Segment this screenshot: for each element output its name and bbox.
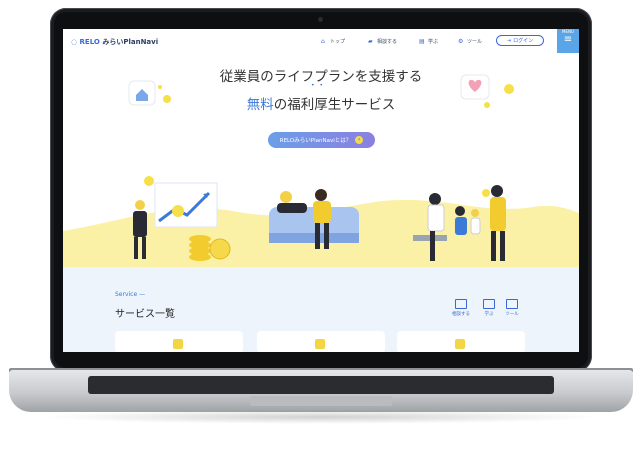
services-title: サービス一覧 (115, 309, 175, 320)
chat-icon (455, 299, 467, 309)
service-card-icon (315, 339, 325, 349)
chat-icon: ▰ (368, 37, 373, 45)
nav-tool[interactable]: ⚙ ツール (458, 38, 482, 45)
about-button[interactable]: RELOみらいPlanNaviとは？ › (268, 132, 375, 148)
hero-illustration (63, 176, 579, 267)
hero-subtitle-rest: の福利厚生サービス (273, 97, 396, 113)
laptop-keyboard (88, 376, 554, 394)
nav-learn[interactable]: ▤ 学ぶ (419, 38, 438, 45)
nav-top-label: トップ (330, 39, 346, 45)
nav-learn-label: 学ぶ (428, 39, 439, 45)
services-nav-learn[interactable]: 学ぶ (478, 299, 500, 317)
tool-icon (506, 299, 518, 309)
laptop-shadow (40, 410, 602, 424)
login-button[interactable]: ⇥ ログイン (496, 35, 544, 46)
services-label-text: Service (115, 291, 138, 298)
nav-top[interactable]: ⌂ トップ (321, 38, 345, 45)
laptop-trackpad (250, 396, 392, 406)
service-card[interactable] (257, 331, 385, 352)
logo-prefix: RELO (79, 38, 100, 46)
laptop-screen: ◌ RELO みらいPlanNavi ⌂ トップ ▰ 相談する ▤ 学ぶ ⚙ ツ… (63, 29, 579, 352)
highlight-dots: •• (311, 82, 329, 89)
site-logo[interactable]: ◌ RELO みらいPlanNavi (71, 37, 158, 47)
home-icon: ⌂ (321, 37, 325, 45)
heart-bubble-icon (460, 74, 514, 108)
camera-dot (318, 17, 323, 22)
house-bubble-icon (128, 80, 171, 106)
about-button-label: RELOみらいPlanNaviとは？ (279, 138, 352, 144)
website: ◌ RELO みらいPlanNavi ⌂ トップ ▰ 相談する ▤ 学ぶ ⚙ ツ… (63, 29, 579, 352)
service-card[interactable] (397, 331, 525, 352)
book-icon: ▤ (419, 37, 425, 45)
login-icon: ⇥ (506, 37, 512, 44)
services-nav-consult-label: 相談する (452, 312, 470, 317)
tool-icon: ⚙ (458, 37, 464, 45)
service-card-icon (173, 339, 183, 349)
services-label: Service — (115, 291, 145, 298)
book-icon (483, 299, 495, 309)
hamburger-icon: ≡ (563, 34, 573, 45)
nav-consult-label: 相談する (377, 39, 398, 45)
services-nav-learn-label: 学ぶ (484, 312, 494, 317)
login-label: ログイン (513, 38, 534, 44)
label-dash: — (139, 291, 146, 298)
service-card-icon (455, 339, 465, 349)
arrow-right-icon: › (355, 136, 364, 144)
nav-consult[interactable]: ▰ 相談する (368, 38, 397, 45)
services-nav-consult[interactable]: 相談する (450, 299, 472, 317)
logo-mark-icon: ◌ (71, 38, 78, 46)
services-nav-tool-label: ツール (505, 312, 519, 317)
nav-tool-label: ツール (467, 39, 483, 45)
menu-button[interactable]: MENU ≡ (557, 29, 579, 53)
service-card[interactable] (115, 331, 243, 352)
hero-highlight: 無料 (246, 97, 274, 113)
services-nav-tool[interactable]: ツール (501, 299, 523, 317)
logo-suffix: みらいPlanNavi (102, 38, 159, 46)
